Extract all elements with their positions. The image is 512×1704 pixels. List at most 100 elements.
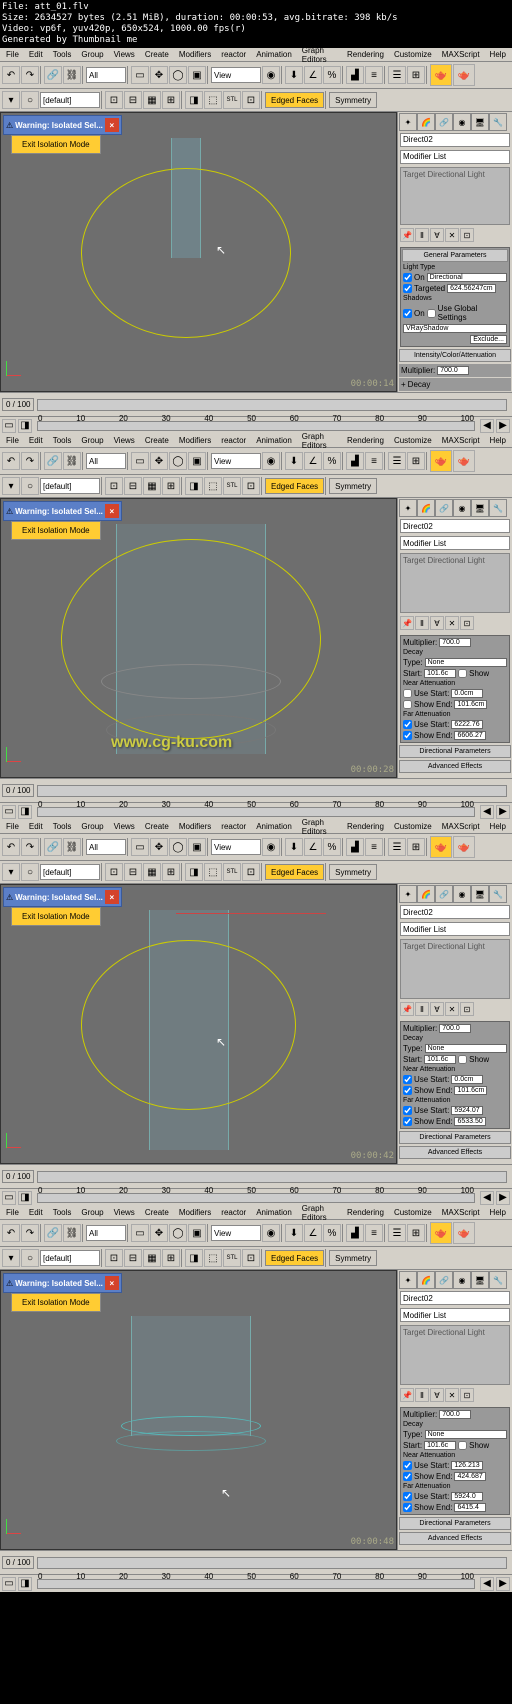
t7[interactable]: ⊡ xyxy=(242,477,260,495)
render-button[interactable]: 🫖 xyxy=(430,64,452,86)
menu-edit[interactable]: Edit xyxy=(25,49,47,60)
t6[interactable]: ⬚ xyxy=(204,1249,222,1267)
targeted-checkbox[interactable] xyxy=(403,284,412,293)
far-start[interactable]: 5924.07 xyxy=(451,1106,483,1115)
modify-tab[interactable]: 🌈 xyxy=(417,499,435,517)
near-show-cb[interactable] xyxy=(403,1472,412,1481)
viewport[interactable]: ⚠Warning: Isolated Sel...× Exit Isolatio… xyxy=(0,498,397,778)
motion-tab[interactable]: ◉ xyxy=(453,1271,471,1289)
modifier-stack[interactable]: Target Directional Light xyxy=(400,1325,510,1385)
menu-animation[interactable]: Animation xyxy=(252,1207,296,1218)
display-tab[interactable]: 🖥 xyxy=(471,499,489,517)
motion-tab[interactable]: ◉ xyxy=(453,885,471,903)
modify-tab[interactable]: 🌈 xyxy=(417,1271,435,1289)
on-checkbox[interactable] xyxy=(403,273,412,282)
render-button[interactable]: 🫖 xyxy=(430,1222,452,1244)
t7[interactable]: ⊡ xyxy=(242,91,260,109)
stl-button[interactable]: STL xyxy=(223,1249,241,1267)
motion-tab[interactable]: ◉ xyxy=(453,499,471,517)
decay-start[interactable]: 101.6c xyxy=(424,1055,456,1064)
link-button[interactable]: 🔗 xyxy=(44,1224,62,1242)
menu-customize[interactable]: Customize xyxy=(390,435,436,446)
show-button[interactable]: Ⅱ xyxy=(415,616,429,630)
t1[interactable]: ⊡ xyxy=(105,1249,123,1267)
t4[interactable]: ⊞ xyxy=(162,477,180,495)
quick-render-button[interactable]: 🫖 xyxy=(453,64,475,86)
menu-tools[interactable]: Tools xyxy=(49,1207,76,1218)
show-button[interactable]: Ⅱ xyxy=(415,1002,429,1016)
t3[interactable]: ▦ xyxy=(143,1249,161,1267)
t6[interactable]: ⬚ xyxy=(204,91,222,109)
menu-file[interactable]: File xyxy=(2,1207,23,1218)
link-button[interactable]: 🔗 xyxy=(44,452,62,470)
menu-modifiers[interactable]: Modifiers xyxy=(175,1207,215,1218)
menu-maxscript[interactable]: MAXScript xyxy=(438,821,484,832)
menu-file[interactable]: File xyxy=(2,49,23,60)
t5[interactable]: ◨ xyxy=(185,1249,203,1267)
timeline-track[interactable] xyxy=(37,785,507,797)
t2[interactable]: ⊟ xyxy=(124,477,142,495)
far-show-cb[interactable] xyxy=(403,731,412,740)
schematic-button[interactable]: ⊞ xyxy=(407,1224,425,1242)
menu-customize[interactable]: Customize xyxy=(390,49,436,60)
scale-button[interactable]: ▣ xyxy=(188,452,206,470)
menu-customize[interactable]: Customize xyxy=(390,1207,436,1218)
snap-button[interactable]: ⬇ xyxy=(285,452,303,470)
sb4[interactable]: ▶ xyxy=(496,1577,510,1591)
iso-button[interactable]: ○ xyxy=(21,1249,39,1267)
menu-create[interactable]: Create xyxy=(141,821,173,832)
modifier-list[interactable]: Modifier List xyxy=(400,150,510,164)
near-use-cb[interactable] xyxy=(403,1075,412,1084)
utilities-tab[interactable]: 🔧 xyxy=(489,499,507,517)
near-end[interactable]: 424.687 xyxy=(454,1472,486,1481)
symmetry-button[interactable]: Symmetry xyxy=(329,478,377,494)
far-use-cb[interactable] xyxy=(403,1106,412,1115)
show-button[interactable]: Ⅱ xyxy=(415,228,429,242)
t4[interactable]: ⊞ xyxy=(162,91,180,109)
create-tab[interactable]: ✦ xyxy=(399,885,417,903)
ae-rollout-header[interactable]: Advanced Effects xyxy=(399,760,511,773)
filter-dropdown[interactable]: All xyxy=(86,453,126,469)
stl-button[interactable]: STL xyxy=(223,477,241,495)
select-button[interactable]: ▭ xyxy=(131,66,149,84)
layer-dropdown[interactable]: [default] xyxy=(40,864,100,880)
select-button[interactable]: ▭ xyxy=(131,452,149,470)
select-button[interactable]: ▭ xyxy=(131,1224,149,1242)
menu-edit[interactable]: Edit xyxy=(25,821,47,832)
sb1[interactable]: ▭ xyxy=(2,805,16,819)
near-use-cb[interactable] xyxy=(403,1461,412,1470)
near-end[interactable]: 101.6cm xyxy=(454,700,487,709)
menu-modifiers[interactable]: Modifiers xyxy=(175,435,215,446)
hierarchy-tab[interactable]: 🔗 xyxy=(435,885,453,903)
scale-button[interactable]: ▣ xyxy=(188,66,206,84)
select-button[interactable]: ▭ xyxy=(131,838,149,856)
center-button[interactable]: ◉ xyxy=(262,452,280,470)
so-button[interactable]: ▾ xyxy=(2,477,20,495)
quick-render-button[interactable]: 🫖 xyxy=(453,450,475,472)
menu-tools[interactable]: Tools xyxy=(49,435,76,446)
sb4[interactable]: ▶ xyxy=(496,419,510,433)
so-button[interactable]: ▾ xyxy=(2,1249,20,1267)
edged-faces-button[interactable]: Edged Faces xyxy=(265,1250,324,1266)
menu-rendering[interactable]: Rendering xyxy=(343,821,388,832)
snap-button[interactable]: ⬇ xyxy=(285,66,303,84)
center-button[interactable]: ◉ xyxy=(262,838,280,856)
modifier-stack[interactable]: Target Directional Light xyxy=(400,167,510,226)
layer-dropdown[interactable]: [default] xyxy=(40,1250,100,1266)
scale-button[interactable]: ▣ xyxy=(188,1224,206,1242)
modifier-list[interactable]: Modifier List xyxy=(400,922,510,936)
move-button[interactable]: ✥ xyxy=(150,66,168,84)
create-tab[interactable]: ✦ xyxy=(399,1271,417,1289)
exit-isolation-button[interactable]: Exit Isolation Mode xyxy=(11,907,101,926)
menu-maxscript[interactable]: MAXScript xyxy=(438,1207,484,1218)
menu-views[interactable]: Views xyxy=(110,435,139,446)
warning-close-button[interactable]: × xyxy=(105,504,119,518)
unique-button[interactable]: ∀ xyxy=(430,1388,444,1402)
timeline[interactable]: 0 / 100 xyxy=(0,1550,512,1574)
iso-button[interactable]: ○ xyxy=(21,91,39,109)
align-button[interactable]: ≡ xyxy=(365,838,383,856)
align-button[interactable]: ≡ xyxy=(365,1224,383,1242)
menu-views[interactable]: Views xyxy=(110,821,139,832)
t7[interactable]: ⊡ xyxy=(242,1249,260,1267)
t3[interactable]: ▦ xyxy=(143,477,161,495)
